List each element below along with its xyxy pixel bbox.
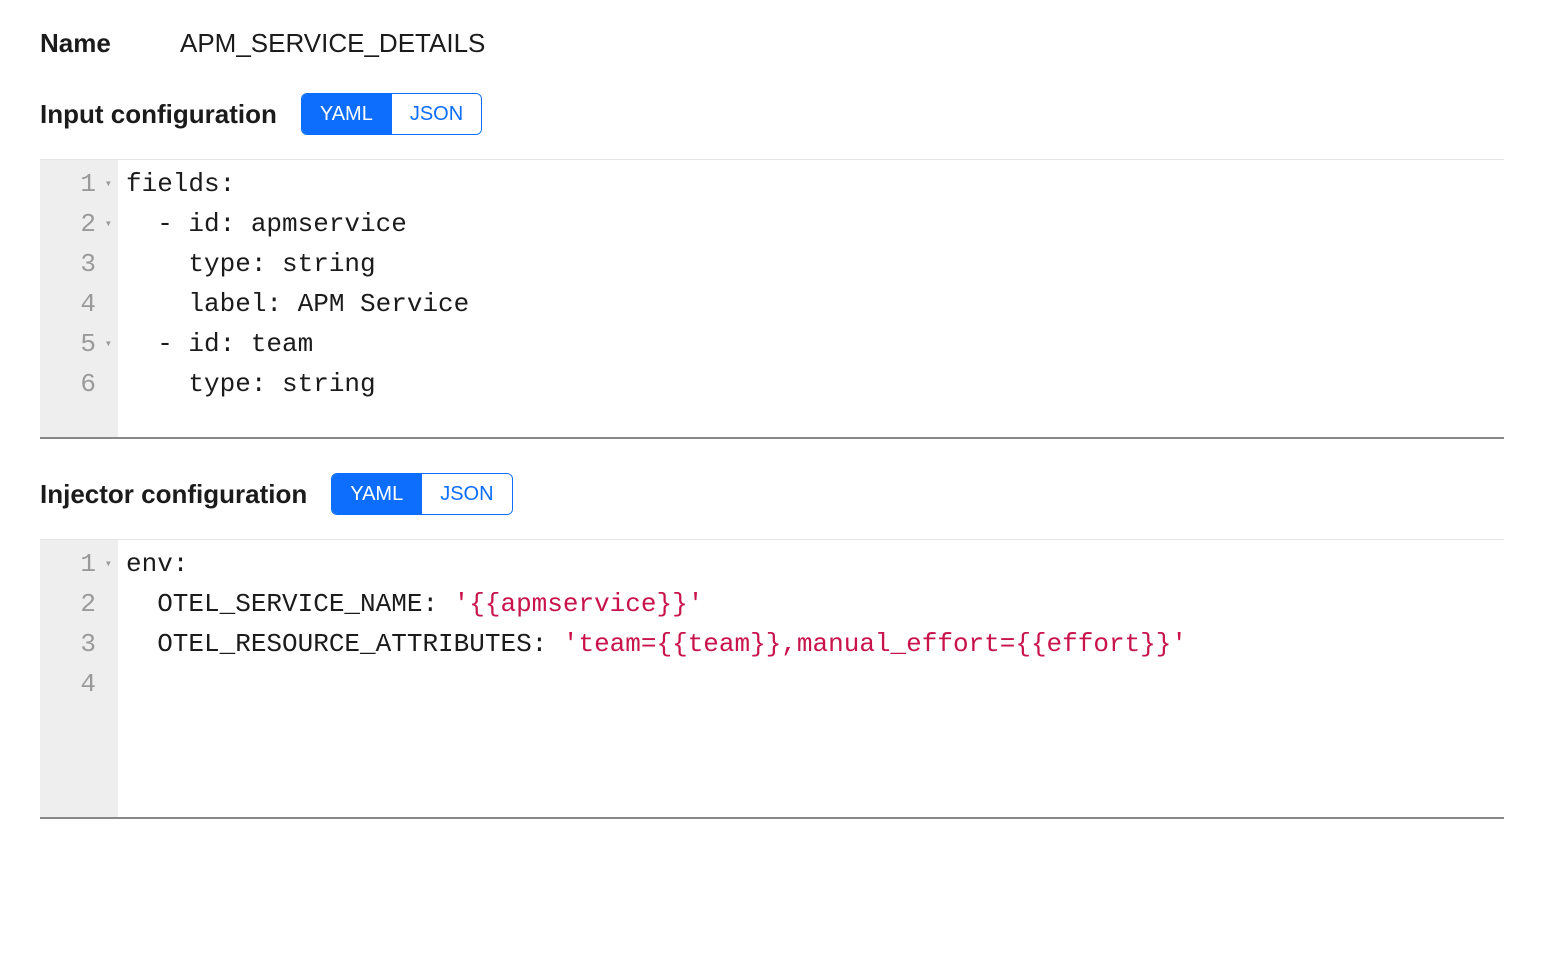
input-config-yaml-button[interactable]: YAML bbox=[302, 94, 391, 134]
injector-config-header: Injector configuration YAML JSON bbox=[40, 473, 1504, 515]
input-config-editor[interactable]: 1▾2▾345▾6 fields: - id: apmservice type:… bbox=[40, 159, 1504, 439]
injector-config-code[interactable]: env: OTEL_SERVICE_NAME: '{{apmservice}}'… bbox=[118, 540, 1504, 817]
input-config-header: Input configuration YAML JSON bbox=[40, 93, 1504, 135]
injector-config-editor[interactable]: 1▾234 env: OTEL_SERVICE_NAME: '{{apmserv… bbox=[40, 539, 1504, 819]
injector-config-yaml-button[interactable]: YAML bbox=[332, 474, 421, 514]
injector-config-gutter: 1▾234 bbox=[40, 540, 118, 817]
input-config-code[interactable]: fields: - id: apmservice type: string la… bbox=[118, 160, 1504, 437]
name-value: APM_SERVICE_DETAILS bbox=[180, 28, 485, 59]
config-form: Name APM_SERVICE_DETAILS Input configura… bbox=[0, 0, 1544, 847]
name-row: Name APM_SERVICE_DETAILS bbox=[40, 28, 1504, 59]
input-config-format-toggle: YAML JSON bbox=[301, 93, 482, 135]
input-config-gutter: 1▾2▾345▾6 bbox=[40, 160, 118, 437]
injector-config-label: Injector configuration bbox=[40, 479, 307, 510]
input-config-label: Input configuration bbox=[40, 99, 277, 130]
input-config-json-button[interactable]: JSON bbox=[391, 94, 481, 134]
injector-config-json-button[interactable]: JSON bbox=[421, 474, 511, 514]
injector-config-format-toggle: YAML JSON bbox=[331, 473, 512, 515]
name-label: Name bbox=[40, 28, 180, 59]
